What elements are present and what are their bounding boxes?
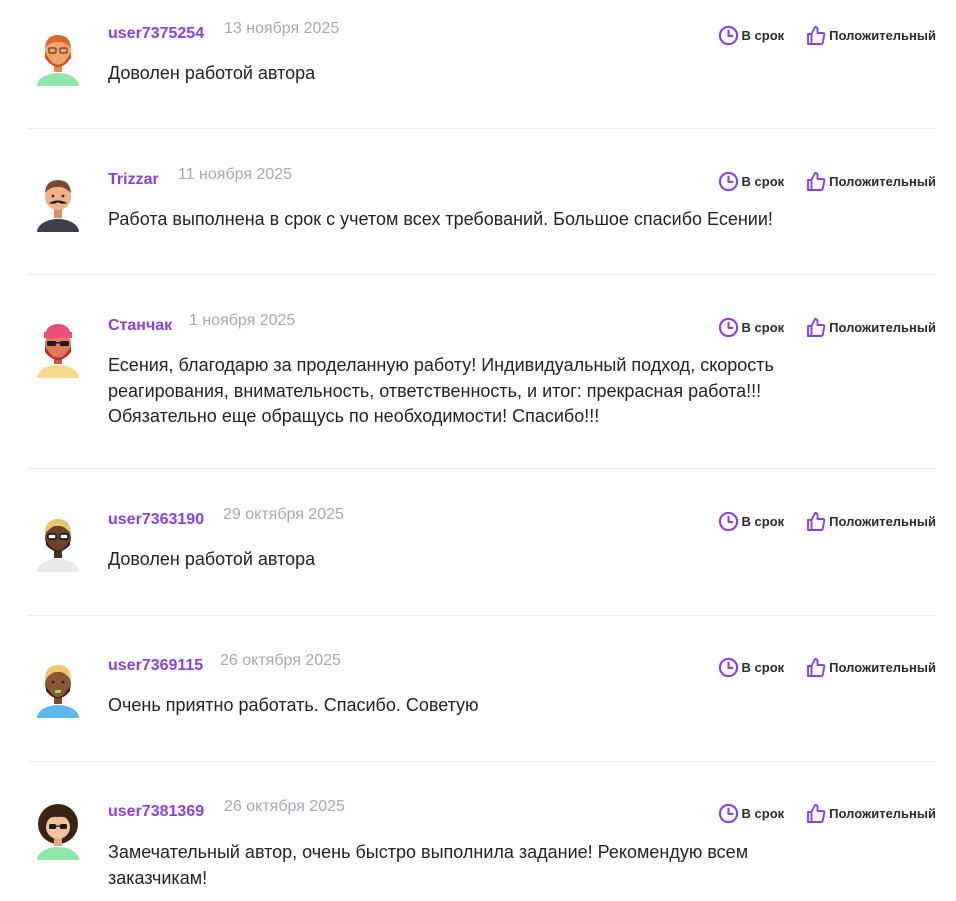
review-author[interactable]: user7375254 [108, 25, 204, 43]
clock-icon [718, 511, 738, 532]
clock-icon [718, 803, 738, 824]
review-text: Доволен работой автора [108, 549, 316, 569]
rating-label: Положительный [829, 28, 936, 43]
review-badges: В срок Положительный [718, 511, 936, 532]
thumbs-up-icon [807, 172, 826, 191]
review-badges: В срок Положительный [718, 25, 936, 46]
review-text: Работа выполнена в срок с учетом всех тр… [108, 209, 773, 229]
rating-badge: Положительный [806, 25, 936, 46]
avatar-pink-hat-glasses-icon[interactable] [36, 320, 80, 378]
divider [28, 615, 936, 616]
review-author[interactable]: user7369115 [108, 657, 203, 675]
divider [28, 468, 936, 469]
review-author[interactable]: Trizzar [108, 171, 159, 189]
thumbs-up-icon [807, 804, 826, 823]
avatar-blonde-glasses-icon[interactable] [36, 514, 80, 572]
rating-badge: Положительный [806, 803, 936, 824]
ontime-label: В срок [741, 320, 785, 335]
rating-label: Положительный [829, 174, 936, 189]
review-date: 29 октября 2025 [223, 506, 344, 523]
avatar-mustache-icon[interactable] [36, 174, 80, 232]
review-badges: В срок Положительный [718, 657, 936, 678]
review-date: 1 ноября 2025 [189, 312, 296, 329]
rating-label: Положительный [829, 514, 936, 529]
ontime-badge: В срок [718, 25, 785, 46]
rating-label: Положительный [829, 806, 936, 821]
ontime-badge: В срок [718, 171, 785, 192]
rating-label: Положительный [829, 320, 936, 335]
review-text: Есения, благодарю за проделанную работу!… [108, 355, 774, 426]
review-author[interactable]: Станчак [108, 317, 172, 335]
ontime-label: В срок [741, 806, 785, 821]
review-date: 11 ноября 2025 [178, 166, 293, 183]
ontime-label: В срок [741, 174, 785, 189]
review-author[interactable]: user7363190 [108, 511, 204, 529]
rating-label: Положительный [829, 660, 936, 675]
ontime-badge: В срок [718, 657, 785, 678]
review-badges: В срок Положительный [718, 171, 936, 192]
clock-icon [718, 657, 738, 678]
thumbs-up-icon [807, 26, 826, 45]
thumbs-up-icon [807, 318, 826, 337]
review-badges: В срок Положительный [718, 803, 936, 824]
review-date: 26 октября 2025 [220, 652, 341, 669]
thumbs-up-icon [807, 658, 826, 677]
review-item: user7369115 26 октября 2025 В срок Полож… [28, 646, 936, 746]
thumbs-up-icon [807, 512, 826, 531]
clock-icon [718, 317, 738, 338]
review-item: user7363190 29 октября 2025 В срок Полож… [28, 500, 936, 600]
divider [28, 761, 936, 762]
review-date: 13 ноября 2025 [224, 20, 340, 37]
review-item: Trizzar 11 ноября 2025 В срок Положитель… [28, 160, 936, 260]
divider [28, 274, 936, 275]
divider [28, 128, 936, 129]
ontime-badge: В срок [718, 803, 785, 824]
ontime-badge: В срок [718, 317, 785, 338]
ontime-badge: В срок [718, 511, 785, 532]
review-author[interactable]: user7381369 [108, 803, 204, 821]
avatar-ginger-beard-icon[interactable] [36, 28, 80, 86]
review-text: Очень приятно работать. Спасибо. Советую [108, 695, 479, 715]
review-item: Станчак 1 ноября 2025 В срок Положительн… [28, 306, 936, 456]
review-text: Замечательный автор, очень быстро выполн… [108, 842, 749, 888]
review-date: 26 октября 2025 [224, 798, 345, 815]
rating-badge: Положительный [806, 511, 936, 532]
rating-badge: Положительный [806, 317, 936, 338]
avatar-curly-glasses-icon[interactable] [36, 802, 80, 860]
ontime-label: В срок [741, 660, 785, 675]
rating-badge: Положительный [806, 171, 936, 192]
rating-badge: Положительный [806, 657, 936, 678]
review-item: user7381369 26 октября 2025 В срок Полож… [28, 792, 936, 897]
avatar-beard-blue-shirt-icon[interactable] [36, 660, 80, 718]
review-item: user7375254 13 ноября 2025 В срок Положи… [28, 14, 936, 114]
review-badges: В срок Положительный [718, 317, 936, 338]
review-text: Доволен работой автора [108, 63, 316, 83]
ontime-label: В срок [741, 514, 785, 529]
clock-icon [718, 25, 738, 46]
clock-icon [718, 171, 738, 192]
ontime-label: В срок [741, 28, 785, 43]
